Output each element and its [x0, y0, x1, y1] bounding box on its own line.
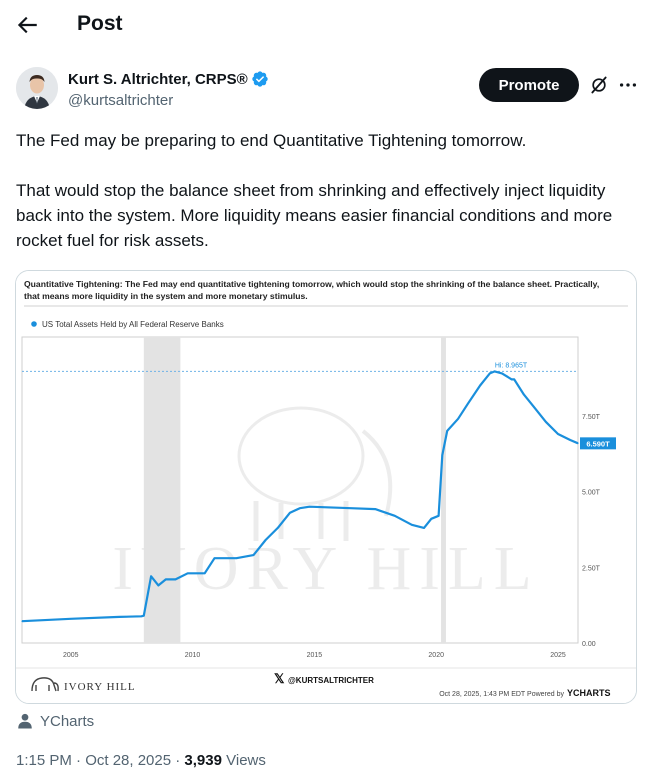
data-point: [438, 515, 440, 517]
data-point: [277, 527, 279, 529]
chart-footer-date: Oct 28, 2025, 1:43 PM EDT Powered by: [439, 691, 564, 698]
data-point: [569, 439, 571, 441]
data-point: [457, 418, 459, 420]
ycharts-brand: YCHARTS: [567, 688, 611, 698]
post-meta: 1:15 PM · Oct 28, 2025 · 3,939 Views: [16, 752, 266, 769]
data-point: [467, 403, 469, 405]
recession-band: [143, 337, 181, 643]
legend-marker: [31, 321, 37, 327]
page-title: Post: [77, 12, 123, 35]
data-point: [252, 554, 255, 556]
x-logo-icon: 𝕏: [274, 671, 285, 686]
data-point: [511, 378, 513, 381]
y-tick-label: 5.00T: [582, 490, 601, 497]
avatar[interactable]: [16, 67, 58, 109]
data-point: [226, 557, 228, 559]
x-tick-label: 2015: [307, 652, 323, 659]
data-point: [350, 507, 352, 509]
data-point: [533, 406, 535, 408]
data-point: [289, 512, 291, 514]
more-icon[interactable]: [617, 74, 639, 96]
data-point: [21, 620, 23, 622]
views-label: Views: [221, 752, 266, 769]
data-point: [394, 515, 396, 517]
legend-label: US Total Assets Held by All Federal Rese…: [42, 320, 224, 329]
data-point: [299, 507, 301, 509]
data-point: [165, 578, 167, 580]
data-point: [235, 557, 238, 559]
source-label[interactable]: YCharts: [40, 713, 94, 730]
post-timestamp[interactable]: 1:15 PM · Oct 28, 2025 ·: [16, 752, 184, 769]
promote-button[interactable]: Promote: [479, 68, 579, 102]
x-tick-label: 2020: [428, 652, 444, 659]
data-point: [446, 430, 448, 432]
data-point: [423, 527, 425, 529]
last-value-label: 6.590T: [586, 439, 610, 448]
chart-handle: @KURTSALTRICHTER: [288, 676, 374, 685]
data-point: [501, 372, 503, 374]
data-point: [150, 575, 152, 577]
data-point: [479, 384, 481, 387]
tweet-paragraph: That would stop the balance sheet from s…: [16, 181, 613, 250]
x-tick-label: 2010: [185, 652, 201, 659]
author-handle[interactable]: @kurtsaltrichter: [68, 92, 173, 109]
chart-caption-line-2: that means more liquidity in the system …: [24, 291, 308, 301]
data-point: [577, 442, 579, 444]
data-point: [513, 378, 515, 381]
source-row[interactable]: YCharts: [16, 712, 94, 730]
tweet-text: The Fed may be preparing to end Quantita…: [16, 128, 636, 278]
data-point: [143, 615, 145, 617]
grok-icon[interactable]: [589, 75, 609, 95]
chart: Quantitative Tightening: The Fed may end…: [16, 271, 636, 703]
data-point: [140, 615, 142, 617]
tweet-media-image[interactable]: Quantitative Tightening: The Fed may end…: [15, 270, 637, 704]
y-tick-label: 7.50T: [582, 414, 601, 421]
views-count: 3,939: [184, 752, 222, 769]
verified-badge-icon: [252, 71, 268, 87]
data-point: [213, 557, 216, 559]
data-point: [494, 370, 496, 372]
data-point: [265, 539, 267, 541]
top-bar: Post: [0, 0, 658, 52]
author-name[interactable]: Kurt S. Altrichter, CRPS®: [68, 71, 248, 88]
back-arrow-icon[interactable]: [14, 12, 40, 38]
data-point: [411, 524, 413, 526]
data-point: [118, 616, 121, 618]
chart-caption-line-1: Quantitative Tightening: The Fed may end…: [24, 279, 599, 289]
data-point: [545, 421, 547, 423]
data-point: [374, 508, 376, 510]
data-point: [157, 584, 160, 587]
x-tick-label: 2005: [63, 652, 79, 659]
recession-band: [441, 337, 446, 643]
data-point: [308, 506, 311, 508]
y-tick-label: 2.50T: [582, 565, 601, 572]
person-icon: [18, 713, 32, 729]
data-point: [174, 578, 177, 580]
high-label: Hi: 8.965T: [495, 362, 528, 369]
author-name-row[interactable]: Kurt S. Altrichter, CRPS®: [68, 70, 269, 88]
tweet-paragraph: The Fed may be preparing to end Quantita…: [16, 131, 527, 150]
data-point: [325, 506, 328, 508]
data-point: [430, 518, 432, 520]
y-tick-label: 0.00: [582, 641, 596, 648]
data-point: [523, 393, 525, 396]
data-point: [204, 572, 206, 574]
data-point: [70, 618, 72, 620]
ivory-hill-brand: IVORY HILL: [64, 681, 136, 693]
data-point: [187, 572, 189, 574]
x-tick-label: 2025: [550, 652, 566, 659]
data-point: [489, 372, 491, 374]
data-point: [441, 454, 443, 456]
data-point: [557, 433, 559, 435]
